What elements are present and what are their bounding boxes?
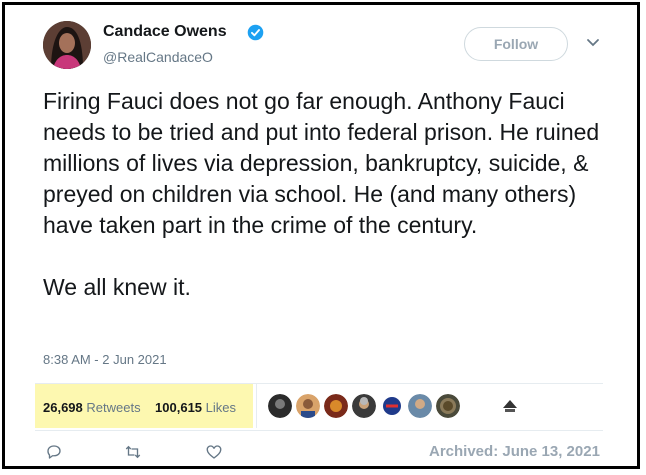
retweets-label[interactable]: Retweets: [86, 400, 140, 415]
retweets-count[interactable]: 26,698: [43, 400, 83, 415]
liker-avatar[interactable]: [352, 394, 376, 418]
tweet-paragraph: Firing Fauci does not go far enough. Ant…: [43, 88, 600, 238]
liker-avatar[interactable]: [296, 394, 320, 418]
author-name[interactable]: Candace Owens: [103, 23, 227, 41]
liker-avatar[interactable]: [268, 394, 292, 418]
liker-avatar[interactable]: [436, 394, 460, 418]
tweet-paragraph: We all knew it.: [43, 274, 191, 300]
likes-count[interactable]: 100,615: [155, 400, 202, 415]
liker-avatar[interactable]: [380, 394, 404, 418]
chevron-down-icon[interactable]: [586, 38, 600, 48]
tweet-timestamp[interactable]: 8:38 AM - 2 Jun 2021: [43, 352, 167, 367]
tweet-text: Firing Fauci does not go far enough. Ant…: [43, 86, 613, 303]
liker-avatar[interactable]: [324, 394, 348, 418]
stats-separator: [256, 384, 257, 428]
retweet-icon[interactable]: [124, 443, 142, 461]
verified-badge-icon: [247, 24, 264, 41]
author-handle[interactable]: @RealCandaceO: [103, 49, 213, 65]
archived-label: Archived: June 13, 2021: [429, 443, 600, 460]
divider: [35, 430, 603, 431]
follow-button[interactable]: Follow: [464, 27, 568, 61]
like-icon[interactable]: [205, 443, 223, 461]
author-avatar[interactable]: [43, 21, 91, 69]
likes-label[interactable]: Likes: [206, 400, 236, 415]
liker-avatar[interactable]: [498, 394, 522, 418]
reply-icon[interactable]: [45, 443, 63, 461]
engagement-stats: 26,698 Retweets 100,615 Likes: [35, 384, 253, 428]
liker-avatar[interactable]: [408, 394, 432, 418]
